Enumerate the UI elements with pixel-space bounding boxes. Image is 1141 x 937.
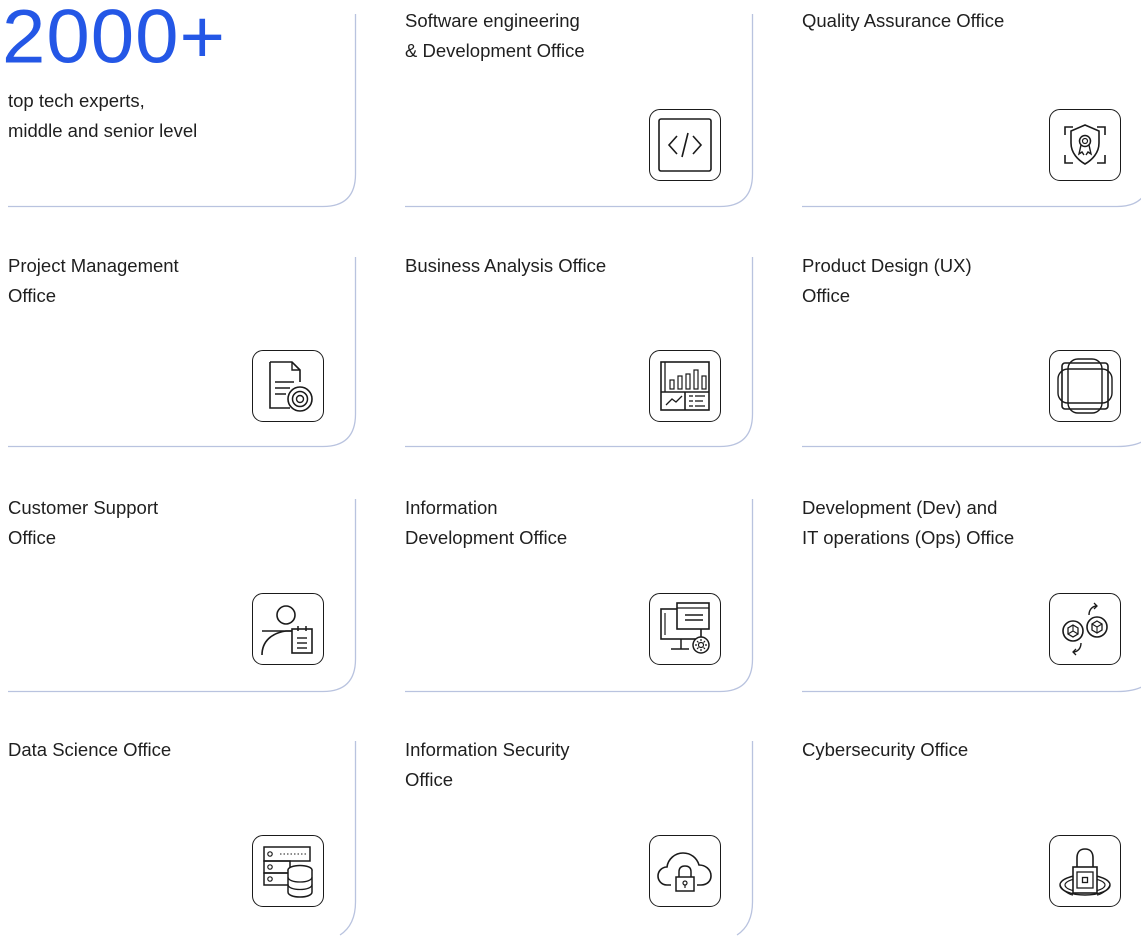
office-card-information-security[interactable]: Information Security Office — [397, 727, 754, 936]
office-title: Quality Assurance Office — [802, 10, 1005, 31]
office-title: Development (Dev) and IT operations (Ops)… — [802, 497, 1015, 548]
design-shapes-icon — [1049, 350, 1121, 422]
devops-cycle-icon — [1049, 593, 1121, 665]
office-title: Product Design (UX) Office — [802, 255, 972, 306]
database-server-icon — [252, 835, 324, 907]
office-card-software-engineering[interactable]: Software engineering & Development Office — [397, 0, 754, 208]
office-card-cybersecurity[interactable]: Cybersecurity Office — [794, 727, 1141, 922]
office-title: Software engineering & Development Office — [405, 10, 585, 61]
hero-card: 2000+ top tech experts, middle and senio… — [0, 0, 357, 208]
computer-gear-icon — [649, 593, 721, 665]
office-card-business-analysis[interactable]: Business Analysis Office — [397, 243, 754, 448]
document-target-icon — [252, 350, 324, 422]
office-card-devops[interactable]: Development (Dev) and IT operations (Ops)… — [794, 485, 1141, 693]
office-card-project-management[interactable]: Project Management Office — [0, 243, 357, 448]
office-card-customer-support[interactable]: Customer Support Office — [0, 485, 357, 693]
office-card-data-science[interactable]: Data Science Office — [0, 727, 357, 936]
office-card-information-development[interactable]: Information Development Office — [397, 485, 754, 693]
office-title: Project Management Office — [8, 255, 179, 306]
quality-shield-icon — [1049, 109, 1121, 181]
office-title: Business Analysis Office — [405, 255, 607, 276]
padlock-orbit-icon — [1049, 835, 1121, 907]
code-icon — [649, 109, 721, 181]
office-card-product-design[interactable]: Product Design (UX) Office — [794, 243, 1141, 448]
office-card-quality-assurance[interactable]: Quality Assurance Office — [794, 0, 1141, 208]
experts-description: top tech experts, middle and senior leve… — [8, 90, 198, 141]
office-title: Data Science Office — [8, 739, 172, 760]
office-title: Cybersecurity Office — [802, 739, 969, 760]
analytics-dashboard-icon — [649, 350, 721, 422]
cloud-lock-icon — [649, 835, 721, 907]
office-title: Information Security Office — [405, 739, 570, 790]
support-person-icon — [252, 593, 324, 665]
experts-count: 2000+ — [2, 0, 227, 80]
office-title: Information Development Office — [405, 497, 568, 548]
office-title: Customer Support Office — [8, 497, 159, 548]
